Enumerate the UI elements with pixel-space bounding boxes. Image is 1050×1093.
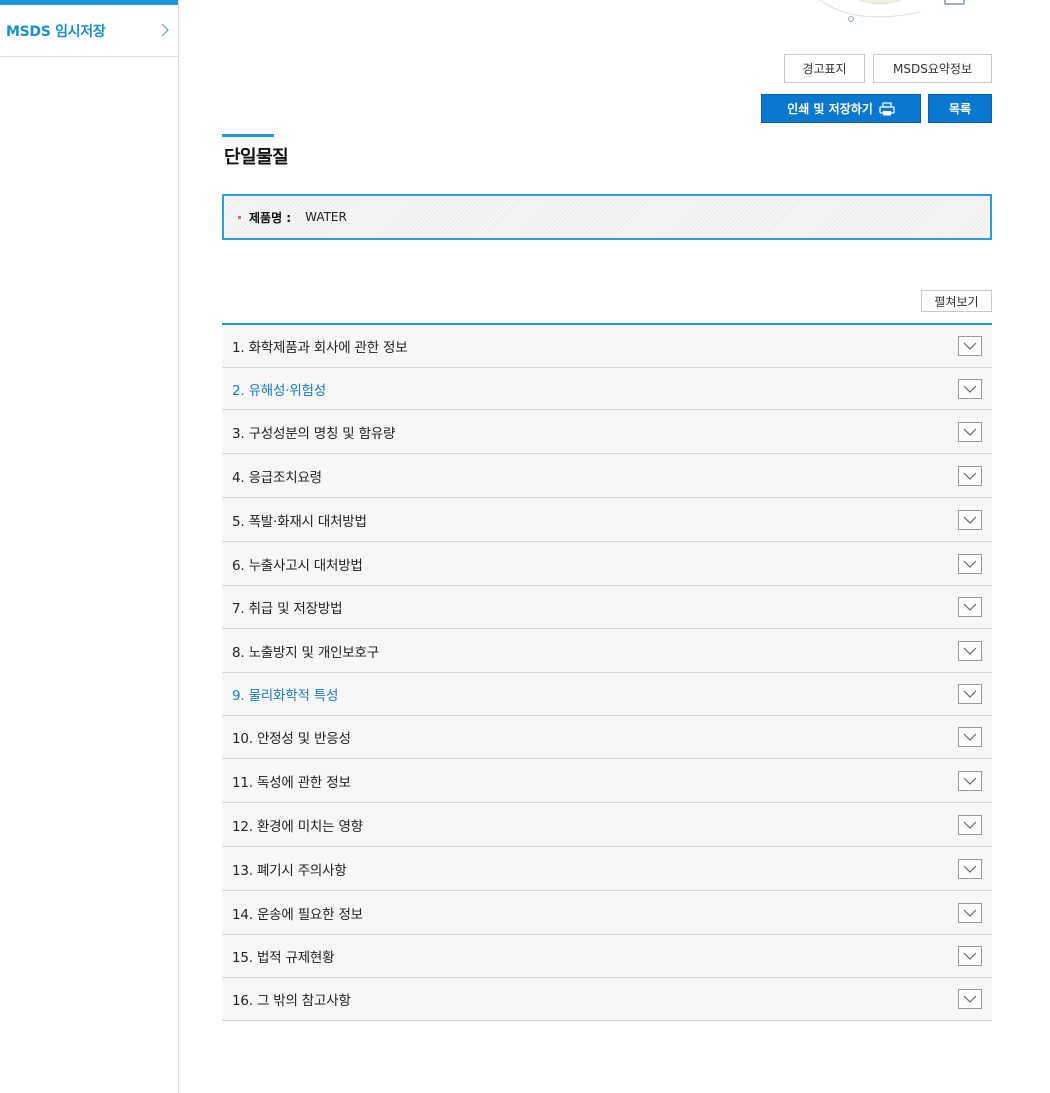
- accordion-section-label: 7. 취급 및 저장방법: [232, 601, 343, 617]
- product-name-box: 제품명 : WATER: [222, 194, 992, 240]
- accordion-section-label: 2. 유해성·위험성: [232, 382, 326, 399]
- accordion-section-16[interactable]: 16. 그 밖의 참고사항: [222, 978, 992, 1021]
- accordion-section-7[interactable]: 7. 취급 및 저장방법: [222, 586, 992, 629]
- chevron-down-icon[interactable]: [958, 465, 982, 486]
- expand-all-button[interactable]: 펼쳐보기: [921, 290, 992, 312]
- bullet-icon: [238, 215, 241, 219]
- accordion-section-6[interactable]: 6. 누출사고시 대처방법: [222, 542, 992, 586]
- accordion-section-13[interactable]: 13. 폐기시 주의사항: [222, 847, 992, 891]
- accordion-section-label: 16. 그 밖의 참고사항: [232, 993, 351, 1009]
- accordion-section-label: 9. 물리화학적 특성: [232, 688, 339, 704]
- product-name-label: 제품명 :: [249, 210, 292, 225]
- accordion-section-label: 6. 누출사고시 대처방법: [232, 557, 363, 574]
- accordion-section-label: 15. 법적 규제현황: [232, 950, 335, 966]
- accordion-section-label: 14. 운송에 필요한 정보: [232, 906, 363, 923]
- accordion-section-label: 10. 안정성 및 반응성: [232, 731, 351, 747]
- print-save-label: 인쇄 및 저장하기: [787, 102, 873, 116]
- accordion-section-4[interactable]: 4. 응급조치요령: [222, 454, 992, 498]
- accordion-section-3[interactable]: 3. 구성성분의 명칭 및 함유량: [222, 410, 992, 454]
- chevron-down-icon[interactable]: [958, 684, 982, 704]
- header-illustration: [819, 0, 965, 22]
- msds-section-list: 1. 화학제품과 회사에 관한 정보 2. 유해성·위험성 3. 구성성분의 명칭 …: [222, 323, 992, 1021]
- chevron-down-icon[interactable]: [958, 509, 982, 530]
- sidebar-item-label: MSDS 임시저장: [6, 23, 106, 40]
- warning-label-button[interactable]: 경고표지: [784, 54, 865, 83]
- page-title: 단일물질: [224, 147, 289, 168]
- accordion-section-label: 4. 응급조치요령: [232, 469, 322, 486]
- printer-icon: [879, 101, 895, 115]
- chevron-down-icon[interactable]: [958, 378, 982, 399]
- accordion-section-5[interactable]: 5. 폭발·화재시 대처방법: [222, 498, 992, 542]
- chevron-down-icon[interactable]: [958, 770, 982, 791]
- chevron-down-icon[interactable]: [958, 336, 982, 356]
- accordion-section-15[interactable]: 15. 법적 규제현황: [222, 935, 992, 978]
- chevron-down-icon[interactable]: [958, 946, 982, 966]
- accordion-section-11[interactable]: 11. 독성에 관한 정보: [222, 759, 992, 803]
- accordion-section-label: 11. 독성에 관한 정보: [232, 774, 351, 791]
- chevron-down-icon[interactable]: [958, 421, 982, 442]
- accordion-section-label: 8. 노출방지 및 개인보호구: [232, 644, 379, 661]
- accordion-section-1[interactable]: 1. 화학제품과 회사에 관한 정보: [222, 325, 992, 368]
- list-button[interactable]: 목록: [928, 94, 992, 123]
- accordion-section-label: 5. 폭발·화재시 대처방법: [232, 513, 367, 530]
- accordion-section-10[interactable]: 10. 안정성 및 반응성: [222, 716, 992, 759]
- sidebar-item-msds-temp-save[interactable]: MSDS 임시저장: [0, 5, 178, 57]
- accordion-section-12[interactable]: 12. 환경에 미치는 영향: [222, 803, 992, 847]
- chevron-right-icon: [161, 23, 169, 37]
- chevron-down-icon[interactable]: [958, 727, 982, 747]
- product-name-value: WATER: [305, 210, 347, 224]
- accordion-section-2[interactable]: 2. 유해성·위험성: [222, 368, 992, 410]
- chevron-down-icon[interactable]: [958, 640, 982, 661]
- accordion-section-label: 13. 폐기시 주의사항: [232, 862, 347, 879]
- chevron-down-icon[interactable]: [958, 814, 982, 835]
- accordion-section-label: 12. 환경에 미치는 영향: [232, 818, 363, 835]
- accordion-section-8[interactable]: 8. 노출방지 및 개인보호구: [222, 629, 992, 673]
- chevron-down-icon[interactable]: [958, 597, 982, 617]
- msds-summary-button[interactable]: MSDS요약정보: [873, 54, 992, 83]
- chevron-down-icon[interactable]: [958, 902, 982, 923]
- accordion-section-14[interactable]: 14. 운송에 필요한 정보: [222, 891, 992, 935]
- accordion-section-label: 1. 화학제품과 회사에 관한 정보: [232, 340, 408, 356]
- accordion-section-label: 3. 구성성분의 명칭 및 함유량: [232, 425, 396, 442]
- accordion-section-9[interactable]: 9. 물리화학적 특성: [222, 673, 992, 716]
- left-sidebar: MSDS 임시저장: [0, 0, 179, 1093]
- title-accent-bar: [222, 134, 274, 137]
- chevron-down-icon[interactable]: [958, 858, 982, 879]
- chevron-down-icon[interactable]: [958, 989, 982, 1009]
- chevron-down-icon[interactable]: [958, 553, 982, 574]
- print-save-button[interactable]: 인쇄 및 저장하기: [761, 94, 921, 123]
